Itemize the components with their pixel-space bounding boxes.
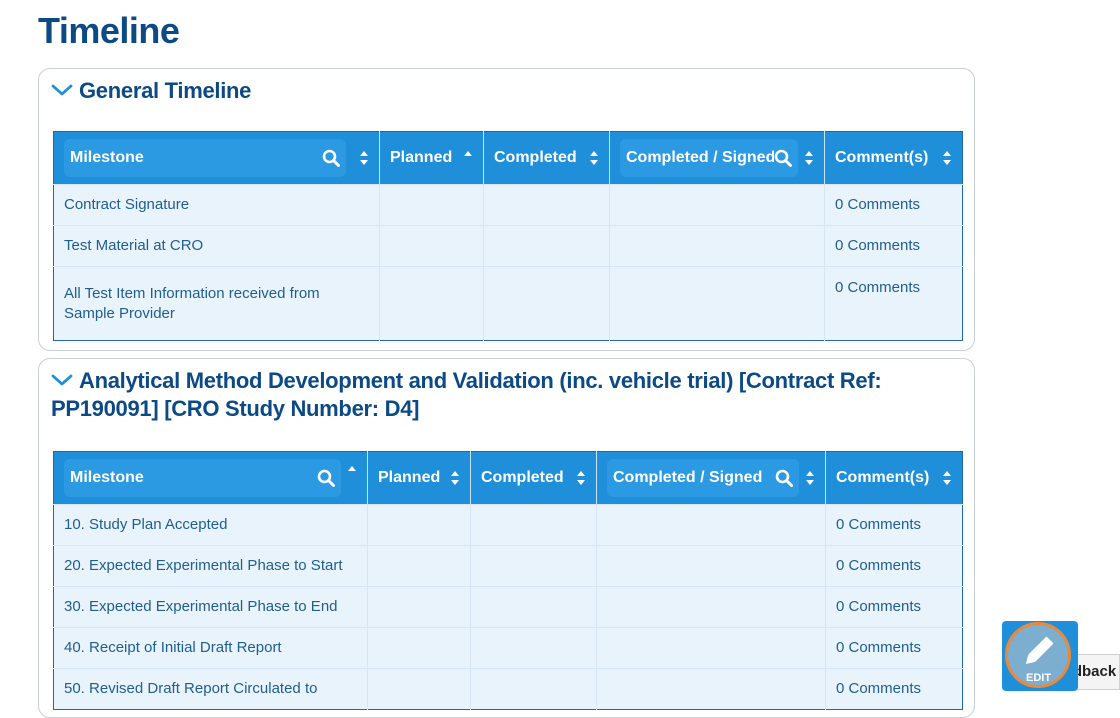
- comments-link[interactable]: 0 Comments: [825, 668, 963, 710]
- chevron-down-icon[interactable]: [51, 82, 73, 98]
- milestone-cell: Contract Signature: [53, 184, 380, 226]
- comments-link[interactable]: 0 Comments: [824, 225, 963, 267]
- sort-icon[interactable]: [359, 150, 369, 166]
- comments-link[interactable]: 0 Comments: [825, 586, 963, 628]
- comments-link[interactable]: 0 Comments: [824, 266, 963, 341]
- milestone-cell: 20. Expected Experimental Phase to Start: [53, 545, 368, 587]
- column-header-comments[interactable]: Comment(s): [825, 451, 963, 505]
- planned-cell: [379, 184, 484, 226]
- milestone-cell: 10. Study Plan Accepted: [53, 504, 368, 546]
- completed-signed-search-box[interactable]: Completed / Signed: [607, 459, 799, 497]
- column-header-milestone[interactable]: Milestone: [53, 131, 380, 185]
- search-icon[interactable]: [317, 469, 335, 487]
- analytical-method-panel: Analytical Method Development and Valida…: [38, 358, 975, 718]
- general-timeline-panel: General Timeline Milestone Planned Compl…: [38, 68, 975, 351]
- analytical-method-table: Milestone Planned Completed Completed / …: [53, 451, 963, 710]
- table-row[interactable]: 40. Receipt of Initial Draft Report 0 Co…: [53, 627, 963, 669]
- completed-signed-cell: [609, 266, 825, 341]
- planned-cell: [367, 668, 471, 710]
- section-title: General Timeline: [79, 78, 252, 103]
- completed-cell: [483, 225, 610, 267]
- section-header-analytical-method[interactable]: Analytical Method Development and Valida…: [51, 367, 934, 423]
- comments-link[interactable]: 0 Comments: [825, 504, 963, 546]
- table-row[interactable]: 20. Expected Experimental Phase to Start…: [53, 545, 963, 587]
- search-icon[interactable]: [775, 469, 793, 487]
- completed-cell: [483, 266, 610, 341]
- general-timeline-table: Milestone Planned Completed Completed / …: [53, 131, 963, 341]
- comments-link[interactable]: 0 Comments: [825, 627, 963, 669]
- table-row[interactable]: Test Material at CRO 0 Comments: [53, 225, 963, 267]
- table-row[interactable]: Contract Signature 0 Comments: [53, 184, 963, 226]
- completed-cell: [470, 545, 597, 587]
- planned-cell: [367, 504, 471, 546]
- table-row[interactable]: 50. Revised Draft Report Circulated to 0…: [53, 668, 963, 710]
- sort-icon[interactable]: [804, 150, 814, 166]
- milestone-search-box[interactable]: Milestone: [64, 139, 346, 177]
- edit-label: EDIT: [1026, 672, 1052, 684]
- section-header-general-timeline[interactable]: General Timeline: [51, 77, 934, 105]
- column-header-planned[interactable]: Planned: [367, 451, 471, 505]
- sort-icon[interactable]: [589, 150, 599, 166]
- planned-cell: [379, 225, 484, 267]
- completed-cell: [470, 627, 597, 669]
- sort-icon[interactable]: [450, 470, 460, 486]
- completed-signed-cell: [609, 225, 825, 267]
- completed-signed-cell: [609, 184, 825, 226]
- planned-cell: [379, 266, 484, 341]
- column-header-completed[interactable]: Completed: [470, 451, 597, 505]
- completed-cell: [470, 586, 597, 628]
- page-title: Timeline: [38, 10, 180, 51]
- chevron-down-icon[interactable]: [51, 372, 73, 388]
- column-header-planned[interactable]: Planned: [379, 131, 484, 185]
- section-title: Analytical Method Development and Valida…: [51, 368, 882, 421]
- comments-link[interactable]: 0 Comments: [825, 545, 963, 587]
- milestone-search-box[interactable]: Milestone: [64, 459, 341, 497]
- column-header-completed-signed[interactable]: Completed / Signed: [609, 131, 825, 185]
- completed-cell: [470, 668, 597, 710]
- planned-cell: [367, 627, 471, 669]
- completed-signed-cell: [596, 627, 826, 669]
- planned-cell: [367, 545, 471, 587]
- table-row[interactable]: 30. Expected Experimental Phase to End 0…: [53, 586, 963, 628]
- milestone-cell: 40. Receipt of Initial Draft Report: [53, 627, 368, 669]
- milestone-cell: 50. Revised Draft Report Circulated to: [53, 668, 368, 710]
- completed-signed-cell: [596, 586, 826, 628]
- search-icon[interactable]: [774, 149, 792, 167]
- planned-cell: [367, 586, 471, 628]
- column-header-milestone[interactable]: Milestone: [53, 451, 368, 505]
- milestone-cell: 30. Expected Experimental Phase to End: [53, 586, 368, 628]
- sort-icon[interactable]: [805, 470, 815, 486]
- completed-signed-cell: [596, 504, 826, 546]
- table-row[interactable]: All Test Item Information received from …: [53, 266, 963, 341]
- milestone-cell: All Test Item Information received from …: [53, 266, 380, 341]
- completed-signed-cell: [596, 545, 826, 587]
- completed-cell: [470, 504, 597, 546]
- column-header-comments[interactable]: Comment(s): [824, 131, 963, 185]
- completed-cell: [483, 184, 610, 226]
- completed-signed-cell: [596, 668, 826, 710]
- sort-ascending-icon[interactable]: [347, 465, 357, 481]
- column-header-completed-signed[interactable]: Completed / Signed: [596, 451, 826, 505]
- sort-icon[interactable]: [942, 150, 952, 166]
- sort-icon[interactable]: [576, 470, 586, 486]
- completed-signed-search-box[interactable]: Completed / Signed: [620, 139, 798, 177]
- sort-icon[interactable]: [942, 470, 952, 486]
- milestone-cell: Test Material at CRO: [53, 225, 380, 267]
- column-header-completed[interactable]: Completed: [483, 131, 610, 185]
- sort-ascending-icon[interactable]: [463, 150, 473, 166]
- search-icon[interactable]: [322, 149, 340, 167]
- table-row[interactable]: 10. Study Plan Accepted 0 Comments: [53, 504, 963, 546]
- comments-link[interactable]: 0 Comments: [824, 184, 963, 226]
